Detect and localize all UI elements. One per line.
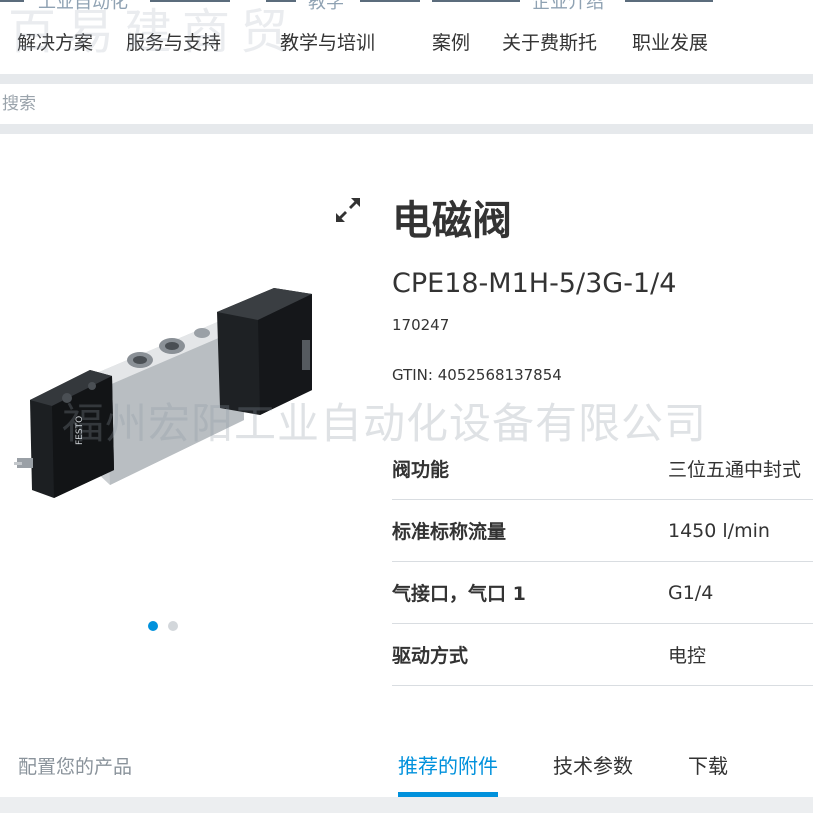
spec-table: 阀功能 三位五通中封式 标准标称流量 1450 l/min 气接口，气口 1 G… xyxy=(392,438,813,686)
top-navigation: 工业自动化 教学 企业介绍 解决方案 服务与支持 教学与培训 案例 关于费斯托 … xyxy=(0,0,813,74)
nav-item-training[interactable]: 教学与培训 xyxy=(280,28,375,55)
divider xyxy=(432,0,520,2)
spec-row: 驱动方式 电控 xyxy=(392,624,813,686)
image-carousel-dots xyxy=(148,621,178,631)
spec-row: 标准标称流量 1450 l/min xyxy=(392,500,813,562)
spec-key: 阀功能 xyxy=(392,459,450,481)
gtin-value: 4052568137854 xyxy=(437,366,562,384)
spec-row: 气接口，气口 1 G1/4 xyxy=(392,562,813,624)
spec-key: 标准标称流量 xyxy=(392,521,507,543)
nav-item-about[interactable]: 关于费斯托 xyxy=(502,28,597,55)
divider-band xyxy=(0,74,813,84)
gtin: GTIN: 4052568137854 xyxy=(392,366,562,384)
nav-item-cases[interactable]: 案例 xyxy=(432,28,470,55)
nav-item-careers[interactable]: 职业发展 xyxy=(632,28,708,55)
tab-downloads[interactable]: 下载 xyxy=(688,750,728,779)
expand-arrows-icon[interactable] xyxy=(334,196,362,224)
nav-section-label: 工业自动化 xyxy=(38,0,128,13)
spec-key: 气接口，气口 1 xyxy=(392,583,526,605)
spec-value: 1450 l/min xyxy=(668,519,770,542)
spec-value: G1/4 xyxy=(668,581,714,604)
tab-technical-data[interactable]: 技术参数 xyxy=(553,750,633,779)
carousel-dot[interactable] xyxy=(168,621,178,631)
gtin-label: GTIN: xyxy=(392,366,433,384)
part-number: 170247 xyxy=(392,316,450,334)
product-model: CPE18-M1H-5/3G-1/4 xyxy=(392,268,677,299)
nav-section-label: 教学 xyxy=(308,0,344,13)
nav-section-label: 企业介绍 xyxy=(532,0,604,13)
divider xyxy=(266,0,296,2)
carousel-dot[interactable] xyxy=(148,621,158,631)
festo-logo-text: FESTO xyxy=(75,416,85,445)
divider xyxy=(360,0,420,2)
tab-recommended-accessories[interactable]: 推荐的附件 xyxy=(398,750,498,779)
spec-value: 三位五通中封式 xyxy=(668,459,802,481)
spec-row: 阀功能 三位五通中封式 xyxy=(392,438,813,500)
nav-item-service-support[interactable]: 服务与支持 xyxy=(126,28,221,55)
divider xyxy=(0,0,24,2)
spec-key: 驱动方式 xyxy=(392,645,469,667)
nav-item-solutions[interactable]: 解决方案 xyxy=(17,28,93,55)
divider-band xyxy=(0,797,813,813)
product-title: 电磁阀 xyxy=(392,198,512,244)
divider xyxy=(625,0,713,2)
configure-product-link[interactable]: 配置您的产品 xyxy=(18,752,132,779)
search-input[interactable] xyxy=(0,84,813,124)
divider xyxy=(150,0,230,2)
product-image: FESTO xyxy=(14,288,312,498)
divider-band xyxy=(0,124,813,134)
spec-value: 电控 xyxy=(668,645,707,667)
